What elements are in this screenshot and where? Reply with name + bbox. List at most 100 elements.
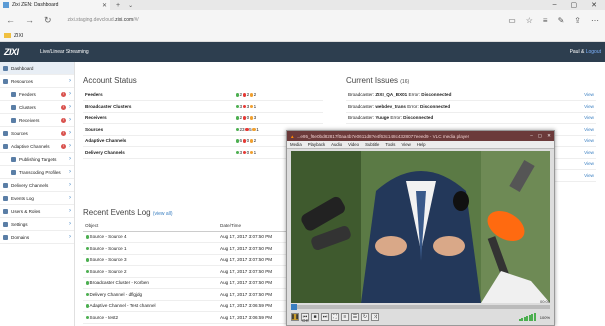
- sidebar-item[interactable]: Adaptive Channels! ›: [0, 140, 74, 153]
- player-maximize-icon[interactable]: ▢: [538, 133, 542, 139]
- chevron-right-icon[interactable]: ›: [69, 182, 71, 188]
- player-menu-item[interactable]: Help: [417, 142, 426, 147]
- status-label[interactable]: Broadcaster Clusters: [83, 100, 233, 113]
- sidebar-item-label: Transcoding Profiles: [19, 169, 61, 175]
- sidebar-item[interactable]: Receivers! ›: [0, 114, 74, 127]
- status-label[interactable]: Adaptive Channels: [83, 135, 233, 147]
- account-status-title: Account Status: [83, 76, 137, 85]
- status-label[interactable]: Sources: [83, 123, 233, 136]
- reading-view-icon[interactable]: ▭: [508, 16, 516, 25]
- issue-prefix: Broadcaster:: [348, 103, 376, 109]
- view-link[interactable]: View: [566, 158, 596, 170]
- loop-icon[interactable]: ↻: [361, 313, 369, 321]
- player-menu-item[interactable]: Playback: [308, 142, 325, 147]
- sidebar-item[interactable]: Settings ›: [0, 218, 74, 231]
- sidebar-item-label: Delivery Channels: [11, 182, 49, 188]
- player-menu-item[interactable]: Media: [290, 142, 302, 147]
- sidebar-item[interactable]: Publishing Targets ›: [0, 153, 74, 166]
- view-link[interactable]: View: [566, 123, 596, 136]
- share-icon[interactable]: ⇪: [574, 16, 581, 25]
- chevron-right-icon[interactable]: ›: [69, 104, 71, 110]
- issue-object: webdev_trans: [375, 103, 406, 109]
- chevron-right-icon[interactable]: ›: [69, 169, 71, 175]
- sidebar-item-label: Receivers: [19, 117, 40, 123]
- more-icon[interactable]: ⋯: [591, 16, 599, 25]
- player-menu-item[interactable]: Subtitle: [365, 142, 379, 147]
- tab-list-icon[interactable]: ⌄: [128, 2, 133, 9]
- fullscreen-icon[interactable]: ⛶: [331, 313, 339, 321]
- logout-link[interactable]: Logout: [586, 49, 601, 55]
- player-close-icon[interactable]: ✕: [547, 133, 551, 139]
- sidebar-item[interactable]: Delivery Channels ›: [0, 179, 74, 192]
- volume-bar[interactable]: [518, 313, 536, 321]
- sidebar-item[interactable]: Users & Roles ›: [0, 205, 74, 218]
- view-link[interactable]: View: [566, 100, 596, 113]
- sidebar-item[interactable]: Clusters! ›: [0, 101, 74, 114]
- player-menu-item[interactable]: Video: [348, 142, 359, 147]
- next-icon[interactable]: ⏭: [321, 313, 329, 321]
- status-label[interactable]: Feeders: [83, 89, 233, 101]
- new-tab-icon[interactable]: +: [116, 2, 120, 9]
- back-icon[interactable]: ←: [6, 15, 15, 25]
- sidebar-item[interactable]: Domains ›: [0, 231, 74, 244]
- stop-icon[interactable]: ■: [311, 313, 319, 321]
- sidebar-item[interactable]: Sources! ›: [0, 127, 74, 140]
- refresh-icon[interactable]: ↻: [44, 15, 52, 26]
- playlist-icon[interactable]: ☰: [351, 313, 359, 321]
- close-tab-icon[interactable]: ✕: [102, 2, 107, 9]
- vlc-player-window[interactable]: ▲ ...e95_f6e0bd82817f0aa4b7e0611d8?e4f63…: [286, 130, 555, 326]
- view-link[interactable]: View: [566, 169, 596, 182]
- notes-icon[interactable]: ✎: [558, 16, 565, 25]
- live-linear-streaming-menu[interactable]: Live/Linear Streaming: [40, 49, 89, 55]
- close-window-icon[interactable]: ✕: [591, 1, 597, 9]
- chevron-right-icon[interactable]: ›: [69, 91, 71, 97]
- chevron-right-icon[interactable]: ›: [69, 78, 71, 84]
- favorites-bar: ZIXI: [0, 30, 605, 42]
- hub-icon[interactable]: ≡: [543, 16, 548, 25]
- chevron-right-icon[interactable]: ›: [69, 143, 71, 149]
- pause-icon[interactable]: ❚❚: [291, 313, 299, 321]
- sidebar-item[interactable]: Resources ›: [0, 75, 74, 88]
- player-menu-item[interactable]: Audio: [331, 142, 342, 147]
- event-object-label: Broadcaster Cluster - Korben: [89, 280, 150, 286]
- player-minimize-icon[interactable]: –: [530, 133, 533, 139]
- chevron-right-icon[interactable]: ›: [69, 156, 71, 162]
- view-link[interactable]: View: [566, 112, 596, 124]
- sidebar-item[interactable]: Transcoding Profiles ›: [0, 166, 74, 179]
- browser-tab[interactable]: Zixi ZEN: Dashboard ✕: [0, 0, 110, 10]
- address-bar[interactable]: zixi.staging.devcloud.zixi.com/#/: [68, 17, 139, 23]
- player-menu-item[interactable]: View: [401, 142, 410, 147]
- bookmark-zixi[interactable]: ZIXI: [14, 33, 23, 39]
- status-label[interactable]: Delivery Channels: [83, 146, 233, 159]
- sidebar-item[interactable]: Events Log ›: [0, 192, 74, 205]
- zixi-logo[interactable]: ZIXI: [4, 47, 34, 57]
- event-object: Source - Source 4: [83, 231, 218, 243]
- video-frame[interactable]: [291, 151, 550, 303]
- status-dot-icon: [235, 93, 239, 97]
- view-link[interactable]: View: [566, 135, 596, 147]
- player-titlebar[interactable]: ▲ ...e95_f6e0bd82817f0aa4b7e0611d8?e4f63…: [287, 131, 554, 141]
- event-object-label: Source - test2: [89, 314, 119, 320]
- sidebar-item-icon: [3, 182, 8, 188]
- view-link[interactable]: View: [566, 89, 596, 101]
- chevron-right-icon[interactable]: ›: [69, 130, 71, 136]
- sidebar-item[interactable]: Feeders! ›: [0, 88, 74, 101]
- view-link[interactable]: View: [566, 146, 596, 159]
- status-label[interactable]: Receivers: [83, 112, 233, 124]
- chevron-right-icon[interactable]: ›: [69, 195, 71, 201]
- view-all-link[interactable]: (view all): [153, 211, 173, 217]
- chevron-right-icon[interactable]: ›: [69, 234, 71, 240]
- chevron-right-icon[interactable]: ›: [69, 208, 71, 214]
- chevron-right-icon[interactable]: ›: [69, 221, 71, 227]
- minimize-icon[interactable]: –: [553, 1, 557, 9]
- seek-knob[interactable]: [291, 304, 297, 310]
- favorite-star-icon[interactable]: ☆: [526, 16, 533, 25]
- extended-settings-icon[interactable]: ≡: [341, 313, 349, 321]
- sidebar-item[interactable]: Dashboard: [0, 62, 74, 75]
- forward-icon[interactable]: →: [25, 15, 34, 25]
- chevron-right-icon[interactable]: ›: [69, 117, 71, 123]
- seek-bar[interactable]: [291, 304, 550, 310]
- maximize-icon[interactable]: ▢: [571, 1, 578, 9]
- player-menu-item[interactable]: Tools: [385, 142, 395, 147]
- shuffle-icon[interactable]: ⤨: [371, 313, 379, 321]
